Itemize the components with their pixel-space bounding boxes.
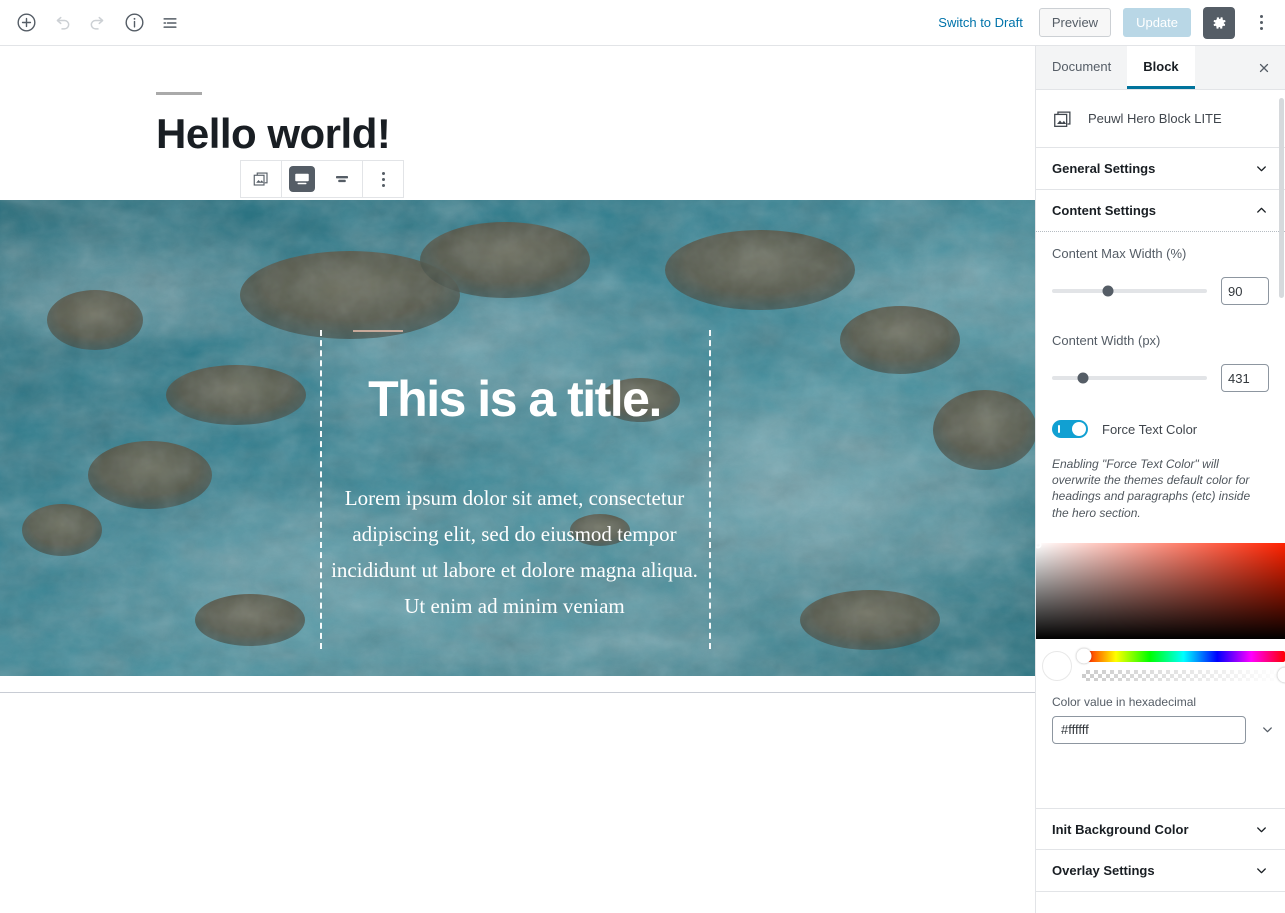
toggle-knob (1072, 422, 1086, 436)
force-text-color-help: Enabling "Force Text Color" will overwri… (1052, 457, 1251, 520)
wide-width-icon (289, 166, 315, 192)
hex-input-label: Color value in hexadecimal (1052, 694, 1197, 709)
alpha-slider[interactable] (1082, 667, 1285, 683)
content-max-width-input[interactable] (1221, 277, 1269, 305)
chevron-down-icon (1254, 822, 1269, 837)
editor-top-bar: Switch to Draft Preview Update (0, 0, 1285, 46)
wide-width-button[interactable] (282, 161, 322, 197)
chevron-down-icon (1254, 161, 1269, 176)
settings-gear-icon[interactable] (1203, 6, 1235, 39)
title-divider-rule (156, 92, 202, 95)
redo-icon[interactable] (80, 5, 116, 41)
topbar-left-tools (0, 5, 188, 41)
content-settings-body: Content Max Width (%) Content Width (px)… (1036, 232, 1285, 543)
slider-knob[interactable] (1102, 285, 1114, 297)
panel-general-settings-label: General Settings (1052, 161, 1156, 176)
chevron-down-icon (1254, 863, 1269, 878)
image-stack-icon (1052, 108, 1074, 130)
panel-overlay-settings[interactable]: Overlay Settings (1036, 850, 1285, 892)
vertical-dots (1259, 15, 1263, 30)
hex-color-input[interactable] (1052, 715, 1246, 744)
hero-divider-rule (353, 330, 403, 332)
hue-slider-knob[interactable] (1076, 648, 1092, 664)
panel-overlay-settings-label: Overlay Settings (1052, 863, 1155, 878)
hero-title[interactable]: This is a title. (320, 374, 709, 424)
tab-block[interactable]: Block (1127, 46, 1195, 89)
sidebar-tabs: Document Block (1036, 46, 1285, 90)
panel-content-settings-label: Content Settings (1052, 203, 1156, 218)
color-saturation-area[interactable] (1036, 541, 1285, 639)
bottom-panels: Init Background Color Overlay Settings (1036, 808, 1285, 892)
alignment-group (282, 161, 363, 197)
editor-canvas: Hello world! This is a title. Lorem ipsu… (0, 46, 1035, 913)
hero-block[interactable]: This is a title. Lorem ipsum dolor sit a… (0, 200, 1035, 676)
block-more-group (363, 161, 403, 197)
hex-input-row (1036, 715, 1285, 744)
hero-paragraph[interactable]: Lorem ipsum dolor sit amet, consectetur … (320, 480, 709, 624)
vertical-dots (381, 171, 385, 187)
content-width-label: Content Width (px) (1052, 333, 1161, 348)
post-title[interactable]: Hello world! (156, 110, 1035, 157)
color-preview-swatch (1042, 650, 1072, 681)
content-max-width-slider[interactable] (1052, 285, 1207, 297)
force-text-color-label: Force Text Color (1102, 421, 1198, 437)
update-button[interactable]: Update (1123, 8, 1191, 37)
slider-knob[interactable] (1077, 372, 1089, 384)
settings-sidebar: Document Block Peuwl Hero Block LITE Gen… (1035, 46, 1285, 913)
close-icon[interactable] (1243, 46, 1285, 89)
block-type-icon[interactable] (241, 161, 281, 197)
block-name: Peuwl Hero Block LITE (1088, 111, 1222, 126)
post-header: Hello world! (0, 46, 1035, 157)
sidebar-scrollbar[interactable] (1278, 90, 1285, 913)
switch-to-draft-link[interactable]: Switch to Draft (934, 9, 1027, 36)
content-guide-right (709, 330, 711, 649)
full-width-icon (329, 166, 355, 192)
block-type-group (241, 161, 282, 197)
force-text-color-toggle[interactable] (1052, 420, 1088, 438)
content-width-input[interactable] (1221, 364, 1269, 392)
block-more-options-button[interactable] (363, 161, 403, 197)
color-picker-controls (1036, 639, 1285, 683)
undo-icon[interactable] (44, 5, 80, 41)
panel-general-settings[interactable]: General Settings (1036, 148, 1285, 190)
preview-button[interactable]: Preview (1038, 8, 1112, 37)
hue-slider[interactable] (1076, 648, 1285, 664)
toggle-bar (1058, 425, 1060, 433)
topbar-right-tools: Switch to Draft Preview Update (934, 6, 1285, 39)
chevron-up-icon (1254, 203, 1269, 218)
add-block-icon[interactable] (8, 5, 44, 41)
block-info-card: Peuwl Hero Block LITE (1036, 90, 1285, 148)
image-stack-icon (248, 166, 274, 192)
block-separator (0, 692, 1035, 693)
chevron-down-icon[interactable] (1258, 722, 1277, 737)
color-sliders (1076, 648, 1285, 683)
tab-document[interactable]: Document (1036, 46, 1127, 89)
content-max-width-label: Content Max Width (%) (1052, 246, 1187, 261)
more-options-icon[interactable] (1247, 7, 1275, 39)
info-icon[interactable] (116, 5, 152, 41)
panel-init-background-color[interactable]: Init Background Color (1036, 808, 1285, 850)
hero-content: This is a title. Lorem ipsum dolor sit a… (320, 330, 709, 624)
full-width-button[interactable] (322, 161, 362, 197)
content-width-row (1052, 364, 1269, 392)
panel-content-settings[interactable]: Content Settings (1036, 190, 1285, 232)
block-toolbar (240, 160, 404, 198)
panel-init-background-color-label: Init Background Color (1052, 821, 1189, 837)
force-text-color-row: Force Text Color (1052, 420, 1269, 438)
saturation-pointer[interactable] (1036, 541, 1042, 549)
sidebar-scrollbar-thumb[interactable] (1279, 98, 1284, 298)
block-navigation-icon[interactable] (152, 5, 188, 41)
content-width-slider[interactable] (1052, 372, 1207, 384)
content-max-width-row (1052, 277, 1269, 305)
